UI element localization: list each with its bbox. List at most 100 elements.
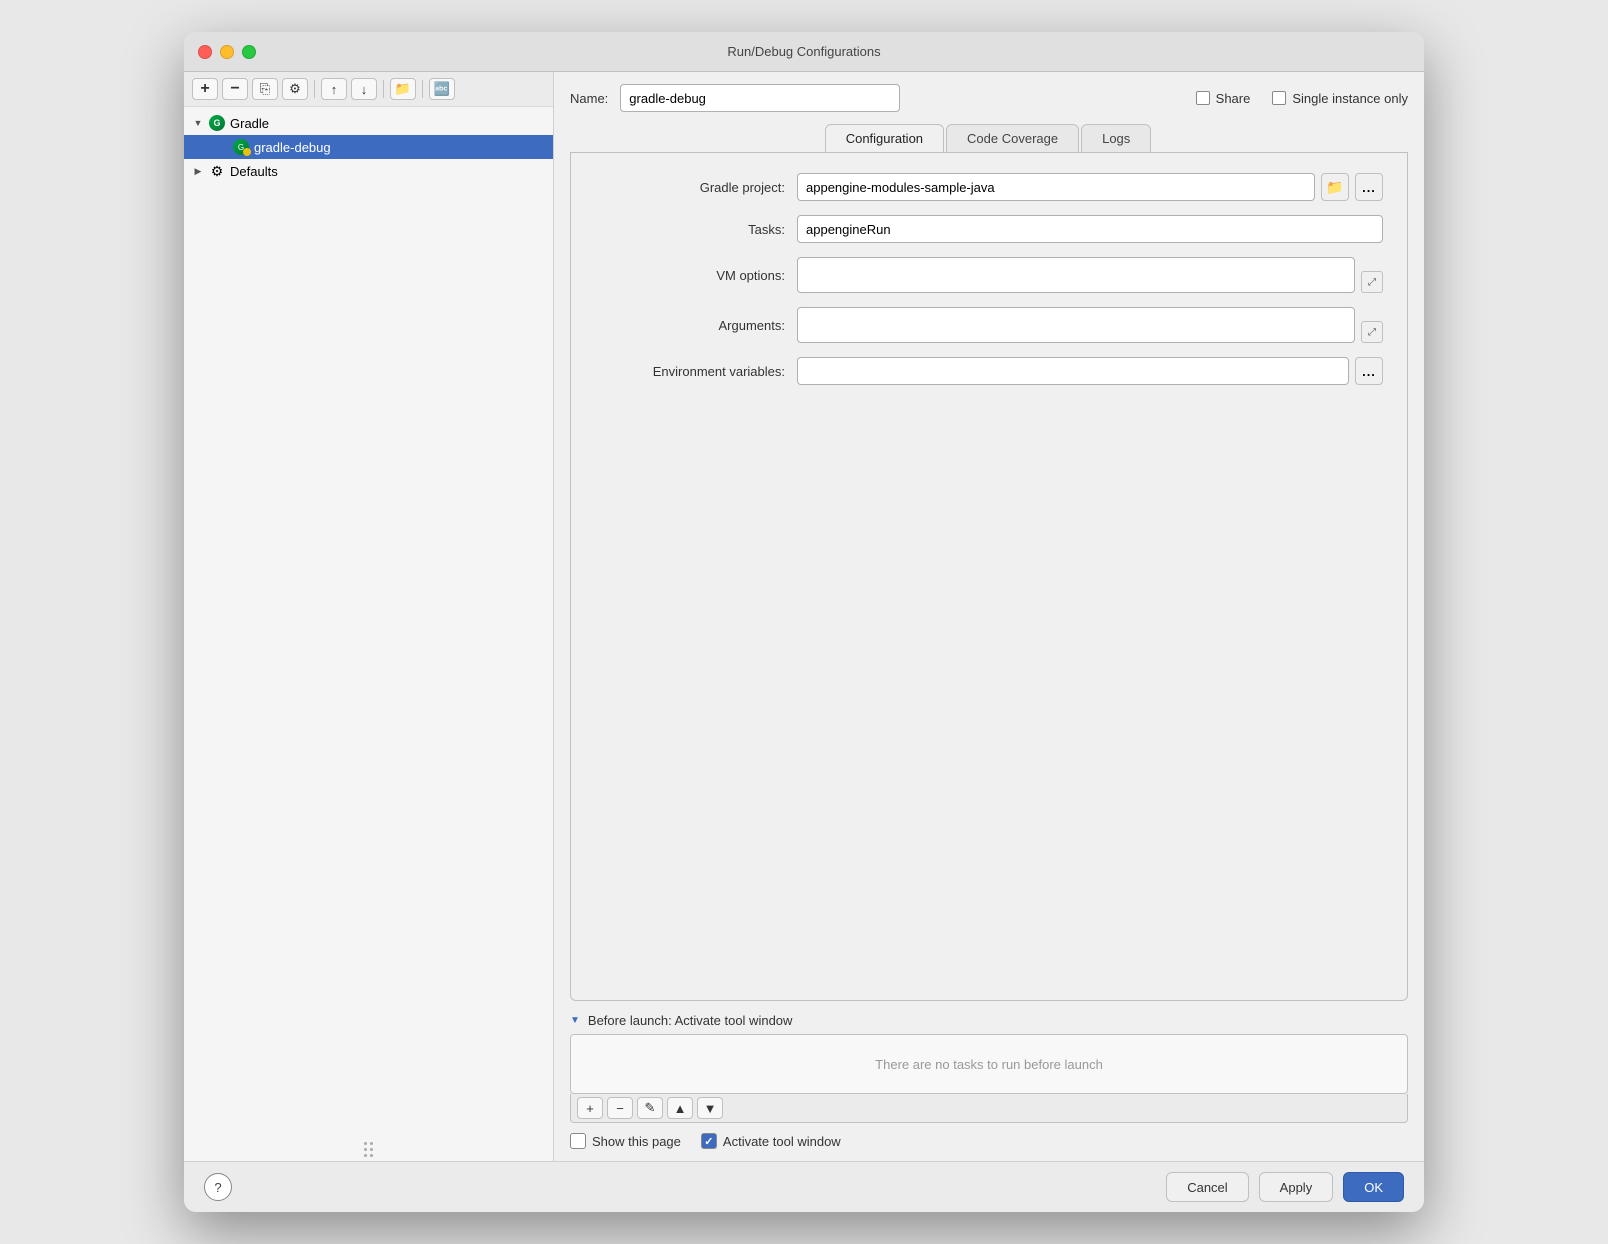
tab-logs[interactable]: Logs — [1081, 124, 1151, 152]
before-launch-toolbar: + − ✎ ▲ ▼ — [570, 1094, 1408, 1123]
dialog-title: Run/Debug Configurations — [727, 44, 880, 59]
show-page-row: Show this page — [570, 1133, 681, 1149]
toolbar-divider-2 — [383, 80, 384, 98]
expand-icon: ⤢ — [1368, 277, 1376, 288]
settings-button[interactable]: ⚙ — [282, 78, 308, 100]
env-vars-label: Environment variables: — [595, 364, 785, 379]
single-instance-label: Single instance only — [1292, 91, 1408, 106]
vm-options-input[interactable] — [797, 257, 1355, 293]
before-launch-remove-button[interactable]: − — [607, 1097, 633, 1119]
env-vars-row: Environment variables: ... — [595, 357, 1383, 385]
sidebar-item-gradle-group[interactable]: ▼ G Gradle — [184, 111, 553, 135]
window-controls — [198, 45, 256, 59]
bottom-options: Show this page Activate tool window — [570, 1133, 1408, 1149]
tasks-input[interactable] — [797, 215, 1383, 243]
sidebar: + − ⎘ ⚙ ↑ ↓ 📁 🔤 ▼ G Gradle — [184, 72, 554, 1161]
config-tree: ▼ G Gradle G gradle-debug — [184, 107, 553, 1138]
activate-window-checkbox[interactable] — [701, 1133, 717, 1149]
help-icon: ? — [214, 1180, 221, 1195]
copy-config-button[interactable]: ⎘ — [252, 78, 278, 100]
gradle-debug-label: gradle-debug — [254, 140, 331, 155]
tabs-bar: Configuration Code Coverage Logs — [570, 124, 1408, 153]
tree-arrow-gradle: ▼ — [192, 117, 204, 129]
ok-button[interactable]: OK — [1343, 1172, 1404, 1202]
before-launch-title: Before launch: Activate tool window — [588, 1013, 793, 1028]
sidebar-item-defaults[interactable]: ▶ ⚙ Defaults — [184, 159, 553, 183]
sidebar-toolbar: + − ⎘ ⚙ ↑ ↓ 📁 🔤 — [184, 72, 553, 107]
single-instance-checkbox[interactable] — [1272, 91, 1286, 105]
tab-code-coverage[interactable]: Code Coverage — [946, 124, 1079, 152]
vm-options-expand-button[interactable]: ⤢ — [1361, 271, 1383, 293]
name-input[interactable] — [620, 84, 900, 112]
gradle-project-browse-button[interactable]: 📁 — [1321, 173, 1349, 201]
vm-options-row: VM options: ⤢ — [595, 257, 1383, 293]
tasks-row: Tasks: — [595, 215, 1383, 243]
tab-configuration[interactable]: Configuration — [825, 124, 944, 152]
gradle-project-wrapper: 📁 ... — [797, 173, 1383, 201]
env-vars-input[interactable] — [797, 357, 1349, 385]
show-page-checkbox[interactable] — [570, 1133, 586, 1149]
move-up-button[interactable]: ↑ — [321, 78, 347, 100]
add-config-button[interactable]: + — [192, 78, 218, 100]
toolbar-divider-3 — [422, 80, 423, 98]
activate-window-label: Activate tool window — [723, 1134, 841, 1149]
config-header-row: Name: Share Single instance only — [570, 84, 1408, 112]
sidebar-resize-handle[interactable] — [360, 1138, 377, 1161]
arguments-expand-button[interactable]: ⤢ — [1361, 321, 1383, 343]
dialog-footer: ? Cancel Apply OK — [184, 1161, 1424, 1212]
main-content: + − ⎘ ⚙ ↑ ↓ 📁 🔤 ▼ G Gradle — [184, 72, 1424, 1161]
gradle-group-label: Gradle — [230, 116, 269, 131]
before-launch-section: ▼ Before launch: Activate tool window Th… — [570, 1013, 1408, 1123]
folder-button[interactable]: 📁 — [390, 78, 416, 100]
apply-button[interactable]: Apply — [1259, 1172, 1334, 1202]
share-container: Share Single instance only — [1196, 91, 1408, 106]
close-button[interactable] — [198, 45, 212, 59]
gradle-group-icon: G — [208, 114, 226, 132]
sidebar-item-gradle-debug[interactable]: G gradle-debug — [184, 135, 553, 159]
toolbar-divider-1 — [314, 80, 315, 98]
remove-config-button[interactable]: − — [222, 78, 248, 100]
help-button[interactable]: ? — [204, 1173, 232, 1201]
sort-button[interactable]: 🔤 — [429, 78, 455, 100]
folder-icon: 📁 — [1326, 179, 1343, 196]
arguments-input[interactable] — [797, 307, 1355, 343]
arguments-wrapper: ⤢ — [797, 307, 1383, 343]
env-more-icon: ... — [1362, 364, 1376, 379]
more-icon: ... — [1362, 180, 1376, 195]
before-launch-collapse-arrow[interactable]: ▼ — [570, 1015, 580, 1026]
env-vars-more-button[interactable]: ... — [1355, 357, 1383, 385]
vm-options-label: VM options: — [595, 268, 785, 283]
show-page-label: Show this page — [592, 1134, 681, 1149]
arguments-row: Arguments: ⤢ — [595, 307, 1383, 343]
before-launch-add-button[interactable]: + — [577, 1097, 603, 1119]
minimize-button[interactable] — [220, 45, 234, 59]
tasks-label: Tasks: — [595, 222, 785, 237]
run-debug-dialog: Run/Debug Configurations + − ⎘ ⚙ ↑ ↓ 📁 🔤 — [184, 32, 1424, 1212]
gradle-debug-icon: G — [232, 138, 250, 156]
share-checkbox[interactable] — [1196, 91, 1210, 105]
activate-window-row: Activate tool window — [701, 1133, 841, 1149]
before-launch-list: There are no tasks to run before launch — [570, 1034, 1408, 1094]
vm-options-wrapper: ⤢ — [797, 257, 1383, 293]
name-label: Name: — [570, 91, 608, 106]
no-tasks-text: There are no tasks to run before launch — [875, 1057, 1103, 1072]
gradle-project-label: Gradle project: — [595, 180, 785, 195]
share-label: Share — [1216, 91, 1251, 106]
defaults-label: Defaults — [230, 164, 278, 179]
arguments-label: Arguments: — [595, 318, 785, 333]
before-launch-edit-button[interactable]: ✎ — [637, 1097, 663, 1119]
before-launch-down-button[interactable]: ▼ — [697, 1097, 723, 1119]
cancel-button[interactable]: Cancel — [1166, 1172, 1248, 1202]
maximize-button[interactable] — [242, 45, 256, 59]
gradle-project-more-button[interactable]: ... — [1355, 173, 1383, 201]
move-down-button[interactable]: ↓ — [351, 78, 377, 100]
env-vars-wrapper: ... — [797, 357, 1383, 385]
tree-arrow-defaults: ▶ — [192, 165, 204, 177]
before-launch-up-button[interactable]: ▲ — [667, 1097, 693, 1119]
defaults-icon: ⚙ — [208, 162, 226, 180]
expand-icon-2: ⤢ — [1368, 327, 1376, 338]
right-panel: Name: Share Single instance only Configu… — [554, 72, 1424, 1161]
gradle-project-input[interactable] — [797, 173, 1315, 201]
before-launch-header: ▼ Before launch: Activate tool window — [570, 1013, 1408, 1028]
gradle-project-row: Gradle project: 📁 ... — [595, 173, 1383, 201]
